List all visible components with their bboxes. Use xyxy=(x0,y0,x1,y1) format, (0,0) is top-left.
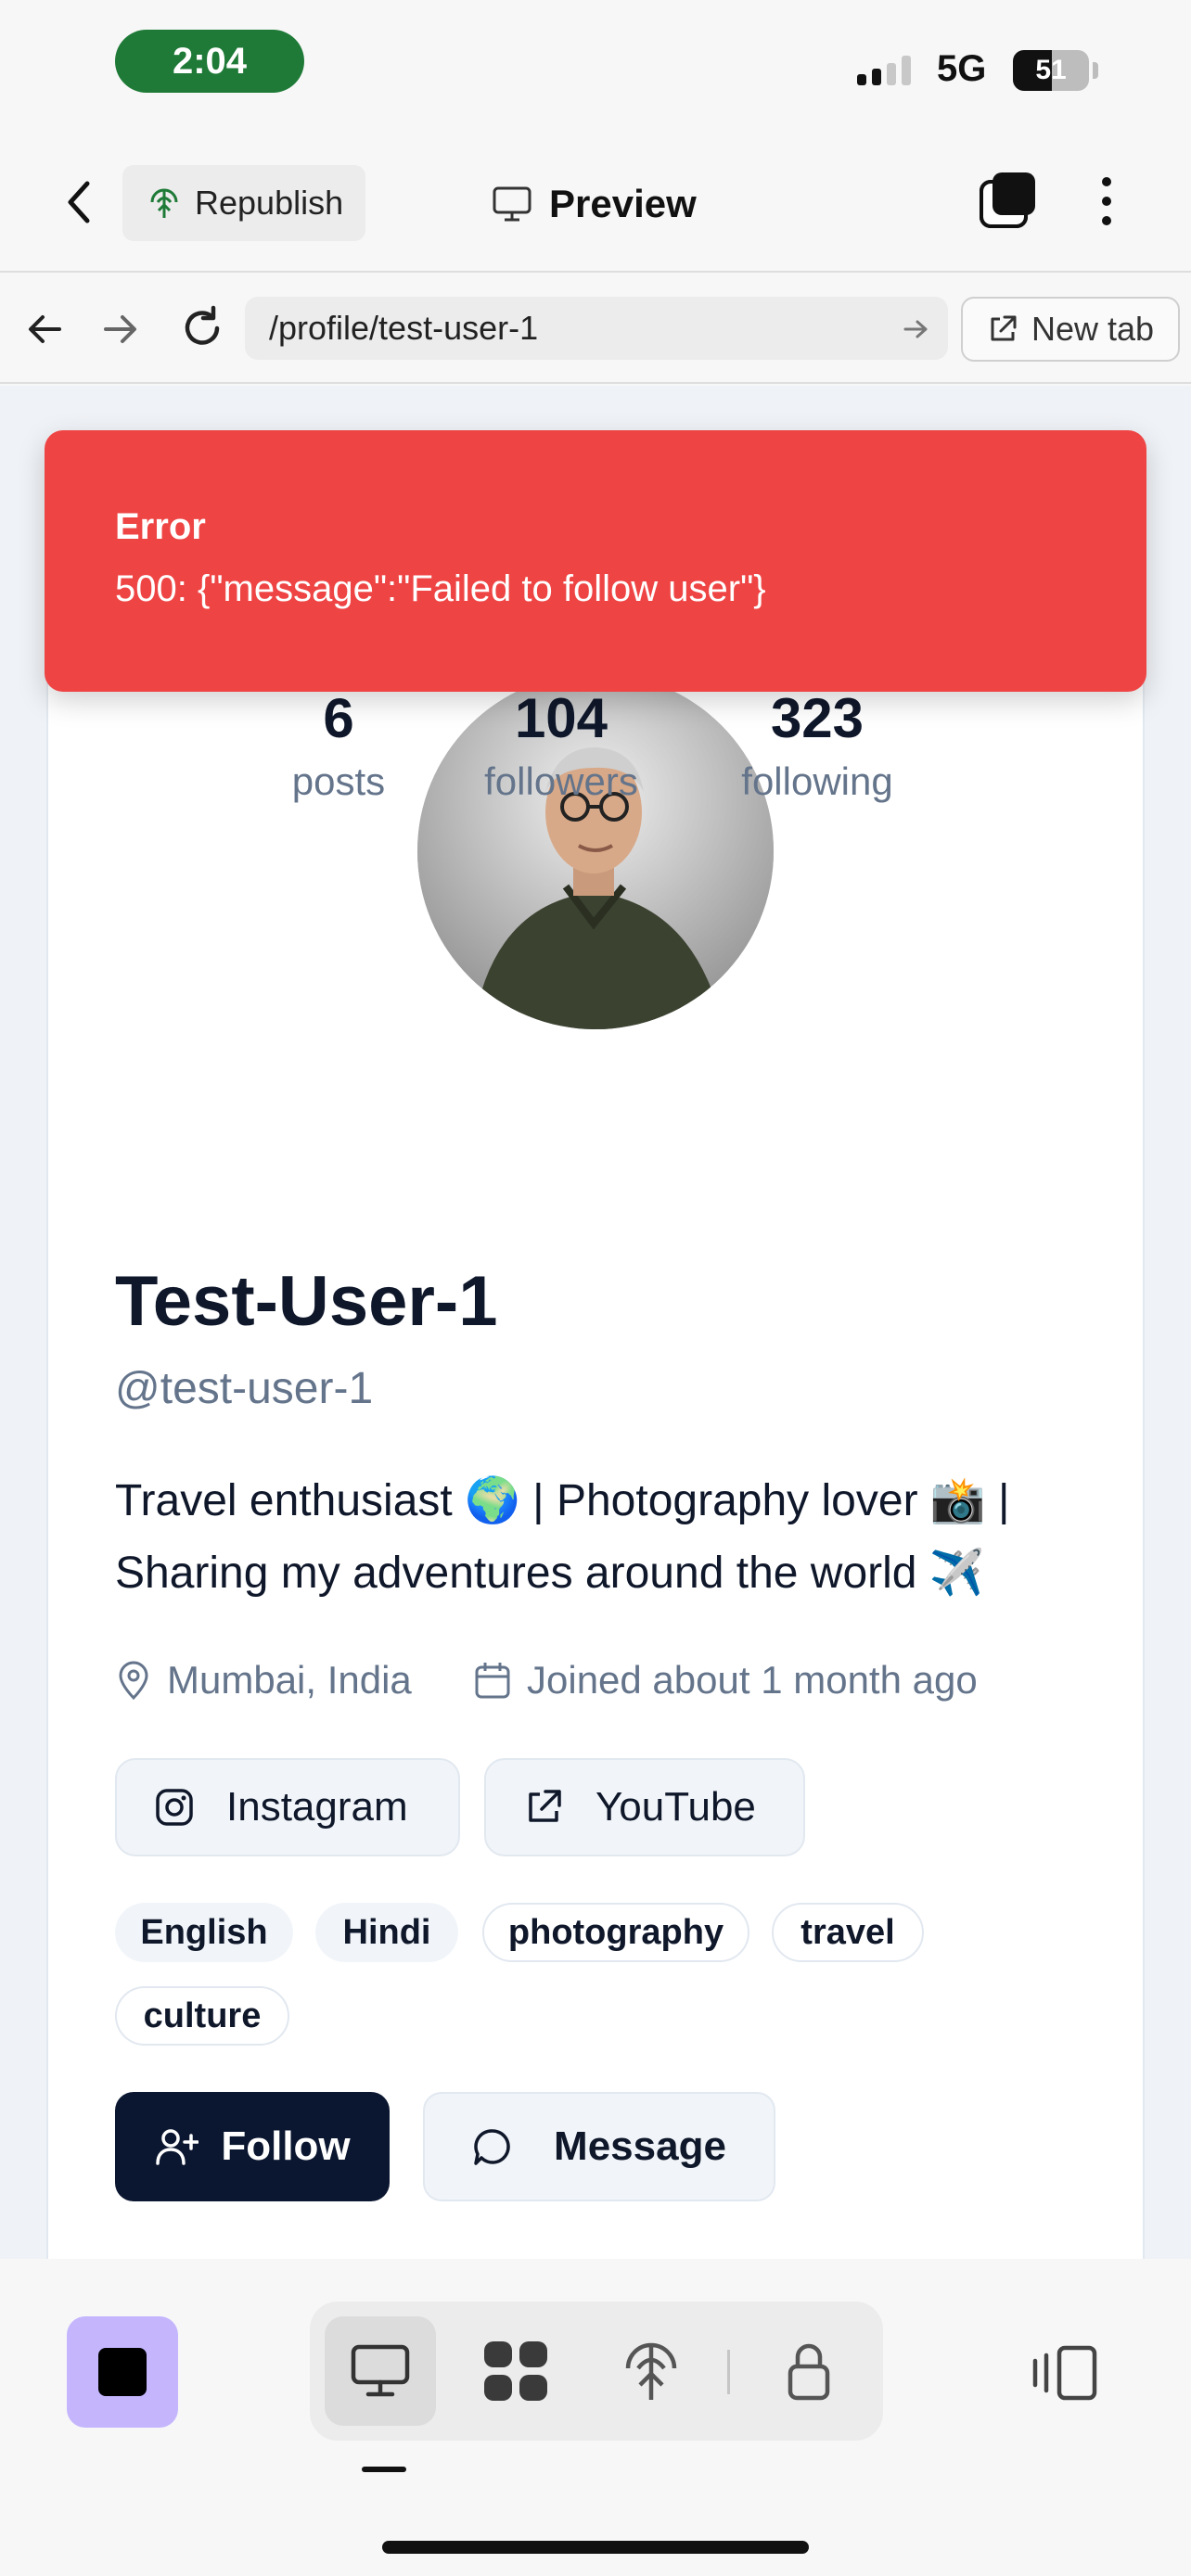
home-indicator xyxy=(382,2541,809,2554)
mode-security-button[interactable] xyxy=(753,2316,864,2426)
link-label: YouTube xyxy=(596,1784,756,1830)
stat-posts: 6 posts xyxy=(284,686,393,804)
external-link-icon xyxy=(529,1790,561,1822)
stop-icon xyxy=(98,2348,147,2396)
preview-label: Preview xyxy=(549,182,697,225)
instagram-icon xyxy=(156,1789,193,1826)
url-text: /profile/test-user-1 xyxy=(269,309,539,347)
calendar-icon xyxy=(475,1663,510,1699)
stat-label: following xyxy=(741,759,893,803)
go-arrow-icon[interactable] xyxy=(900,313,931,345)
desktop-icon xyxy=(351,2344,410,2397)
youtube-link-button[interactable]: YouTube xyxy=(484,1758,805,1856)
tag-interest: travel xyxy=(772,1903,924,1962)
stat-value: 6 xyxy=(323,687,354,749)
bottom-toolbar xyxy=(0,2259,1191,2576)
more-vertical-icon[interactable] xyxy=(1085,171,1128,232)
browser-bar: /profile/test-user-1 New tab xyxy=(0,274,1191,384)
app-toolbar: Republish Preview xyxy=(0,130,1191,273)
user-plus-icon xyxy=(156,2129,199,2165)
bio-line: Sharing my adventures around the world ✈… xyxy=(115,1549,985,1598)
profile-bio: Travel enthusiast 🌍 | Photography lover … xyxy=(115,1465,1098,1610)
tabs-icon[interactable] xyxy=(978,171,1039,232)
map-pin-icon xyxy=(119,1661,148,1701)
monitor-icon xyxy=(493,186,531,222)
profile-joined: Joined about 1 month ago xyxy=(473,1658,978,1702)
toast-message: 500: {"message":"Failed to follow user"} xyxy=(115,568,766,609)
mode-components-button[interactable] xyxy=(460,2316,571,2426)
toast-title: Error xyxy=(115,506,206,547)
deploy-icon xyxy=(625,2342,677,2400)
arrow-left-icon[interactable] xyxy=(22,306,69,352)
components-icon xyxy=(484,2341,547,2401)
link-label: Instagram xyxy=(226,1784,408,1830)
profile-name: Test-User-1 xyxy=(115,1262,498,1341)
cellular-signal-icon xyxy=(857,56,911,85)
stat-label: followers xyxy=(484,759,638,803)
follow-label: Follow xyxy=(221,2123,351,2169)
error-toast[interactable]: Error 500: {"message":"Failed to follow … xyxy=(45,430,1146,692)
external-link-icon xyxy=(991,315,1017,341)
republish-button[interactable]: Republish xyxy=(122,165,365,241)
battery-tip xyxy=(1093,62,1098,79)
tag-interest: photography xyxy=(482,1903,749,1962)
tag-language: Hindi xyxy=(315,1903,458,1962)
reload-icon[interactable] xyxy=(176,302,228,354)
message-circle-icon xyxy=(474,2129,510,2165)
view-mode-group xyxy=(310,2302,883,2441)
message-label: Message xyxy=(554,2123,726,2169)
bio-line: Travel enthusiast 🌍 | Photography lover … xyxy=(115,1476,1010,1525)
profile-location: Mumbai, India xyxy=(115,1658,412,1702)
republish-label: Republish xyxy=(195,184,344,222)
stat-following[interactable]: 323 following xyxy=(729,686,905,804)
message-button[interactable]: Message xyxy=(423,2092,775,2201)
follow-button[interactable]: Follow xyxy=(115,2092,390,2201)
lock-icon xyxy=(788,2343,830,2401)
mode-deploy-button[interactable] xyxy=(596,2316,707,2426)
stat-label: posts xyxy=(291,759,386,803)
status-time: 2:04 xyxy=(115,30,304,93)
status-bar: 2:04 5G 51 xyxy=(0,0,1191,130)
mode-divider xyxy=(727,2350,730,2394)
preview-title: Preview xyxy=(492,176,697,232)
layout-toggle-icon[interactable] xyxy=(1031,2342,1098,2404)
mode-preview-button[interactable] xyxy=(325,2316,436,2426)
new-tab-button[interactable]: New tab xyxy=(961,297,1180,362)
instagram-link-button[interactable]: Instagram xyxy=(115,1758,460,1856)
stat-value: 323 xyxy=(770,687,864,749)
stat-value: 104 xyxy=(514,687,608,749)
stop-button[interactable] xyxy=(67,2316,178,2428)
joined-text: Joined about 1 month ago xyxy=(527,1658,978,1702)
new-tab-label: New tab xyxy=(1031,310,1155,348)
battery-icon: 51 xyxy=(1013,50,1089,91)
url-input[interactable]: /profile/test-user-1 xyxy=(245,297,948,360)
stat-followers[interactable]: 104 followers xyxy=(475,686,647,804)
active-mode-indicator xyxy=(362,2467,406,2472)
tag-language: English xyxy=(115,1903,293,1962)
network-type: 5G xyxy=(937,48,987,89)
back-chevron-icon[interactable] xyxy=(56,174,102,230)
profile-handle: @test-user-1 xyxy=(115,1364,374,1413)
deploy-icon xyxy=(150,188,178,218)
tag-interest: culture xyxy=(115,1986,289,2046)
arrow-right-icon[interactable] xyxy=(96,306,143,352)
battery-percent: 51 xyxy=(1035,55,1067,85)
location-text: Mumbai, India xyxy=(167,1658,412,1702)
